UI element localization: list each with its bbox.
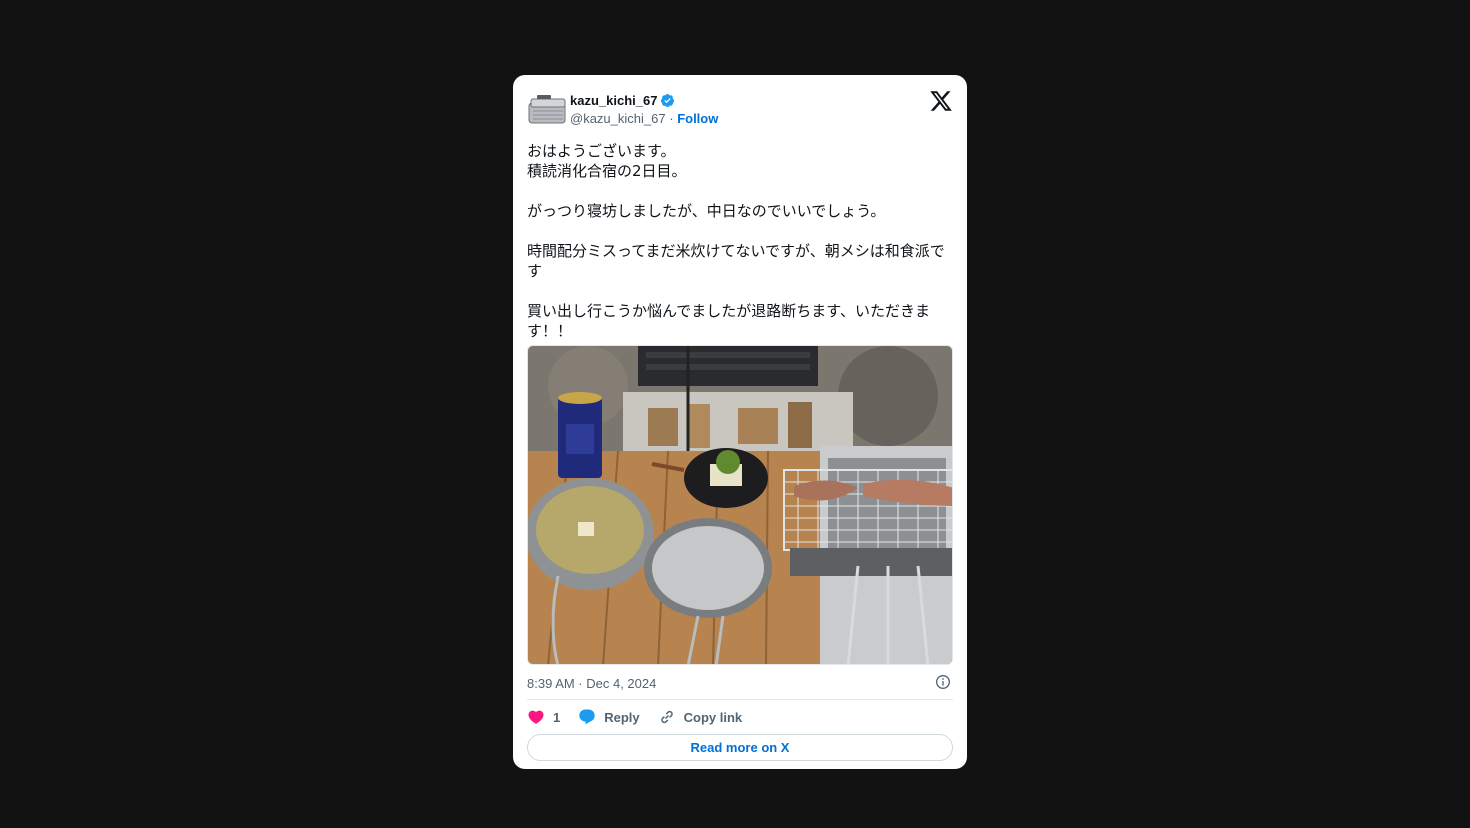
separator-dot: · <box>669 111 674 126</box>
tweet-meta: 8:39 AM · Dec 4, 2024 <box>527 673 953 691</box>
tweet-text: おはようございます。 積読消化合宿の2日目。 がっつり寝坊しましたが、中日なので… <box>527 142 945 339</box>
handle-row: @kazu_kichi_67 · Follow <box>570 111 718 126</box>
tweet-photo[interactable] <box>527 345 953 665</box>
speech-bubble-icon <box>579 709 595 725</box>
like-count: 1 <box>553 709 561 725</box>
display-name[interactable]: kazu_kichi_67 <box>570 93 657 108</box>
embedded-tweet-card: kazu_kichi_67 @kazu_kichi_67 · Follow おは… <box>513 75 967 769</box>
copy-link-button[interactable]: Copy link <box>658 708 743 726</box>
timestamp[interactable]: 8:39 AM · Dec 4, 2024 <box>527 676 656 691</box>
tweet-header: kazu_kichi_67 @kazu_kichi_67 · Follow <box>527 89 953 139</box>
user-name-row: kazu_kichi_67 <box>570 93 675 108</box>
follow-button[interactable]: Follow <box>677 111 718 126</box>
copy-link-label: Copy link <box>683 709 743 725</box>
reply-label: Reply <box>604 709 640 725</box>
info-icon[interactable] <box>935 674 951 690</box>
reply-button[interactable]: Reply <box>578 708 640 726</box>
user-handle[interactable]: @kazu_kichi_67 <box>570 111 666 126</box>
avatar[interactable] <box>527 91 569 133</box>
heart-icon <box>528 710 544 724</box>
link-icon <box>660 710 673 724</box>
read-more-button[interactable]: Read more on X <box>527 734 953 761</box>
breakfast-photo <box>528 346 952 664</box>
x-logo-icon[interactable] <box>929 89 953 113</box>
verified-badge-icon <box>661 93 675 108</box>
action-bar: 1 Reply Copy link <box>527 700 953 734</box>
like-button[interactable]: 1 <box>527 708 560 726</box>
